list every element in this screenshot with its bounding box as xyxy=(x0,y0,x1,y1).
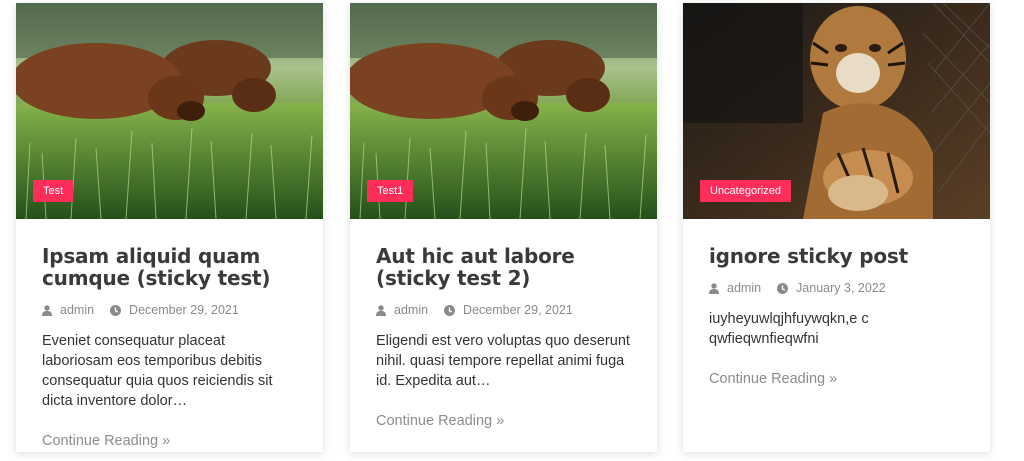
post-author: admin xyxy=(376,303,428,317)
continue-reading-link[interactable]: Continue Reading » xyxy=(42,433,170,449)
post-card: Test1 Aut hic aut labore (sticky test 2)… xyxy=(350,3,657,452)
post-content: Ipsam aliquid quam cumque (sticky test) … xyxy=(16,245,323,450)
post-content: Aut hic aut labore (sticky test 2) admin… xyxy=(350,245,657,430)
date-text[interactable]: December 29, 2021 xyxy=(463,303,573,317)
post-excerpt: Eligendi est vero voluptas quo deserunt … xyxy=(376,333,630,389)
post-date: December 29, 2021 xyxy=(444,303,573,317)
author-name[interactable]: admin xyxy=(394,303,428,317)
user-icon xyxy=(709,282,719,294)
user-icon xyxy=(376,304,386,316)
post-meta: admin December 29, 2021 xyxy=(376,303,631,317)
continue-reading-link[interactable]: Continue Reading » xyxy=(709,371,837,387)
category-badge[interactable]: Uncategorized xyxy=(700,180,791,202)
post-excerpt: Eveniet consequatur placeat laboriosam e… xyxy=(42,333,273,409)
post-card: Uncategorized ignore sticky post admin J… xyxy=(683,3,990,452)
continue-reading-link[interactable]: Continue Reading » xyxy=(376,413,504,429)
post-title[interactable]: ignore sticky post xyxy=(709,245,964,267)
author-name[interactable]: admin xyxy=(727,281,761,295)
post-meta: admin December 29, 2021 xyxy=(42,303,297,317)
post-title[interactable]: Ipsam aliquid quam cumque (sticky test) xyxy=(42,245,297,289)
user-icon xyxy=(42,304,52,316)
post-thumbnail[interactable]: Test1 xyxy=(350,3,657,219)
clock-icon xyxy=(444,304,456,316)
clock-icon xyxy=(110,304,122,316)
post-meta: admin January 3, 2022 xyxy=(709,281,964,295)
post-date: January 3, 2022 xyxy=(777,281,886,295)
category-badge[interactable]: Test xyxy=(33,180,74,202)
date-text[interactable]: December 29, 2021 xyxy=(129,303,239,317)
post-excerpt: iuyheyuwlqjhfuywqkn,e c qwfieqwnfieqwfni xyxy=(709,311,869,347)
post-thumbnail[interactable]: Uncategorized xyxy=(683,3,990,219)
post-author: admin xyxy=(42,303,94,317)
post-author: admin xyxy=(709,281,761,295)
post-content: ignore sticky post admin January 3, 2022… xyxy=(683,245,990,388)
date-text[interactable]: January 3, 2022 xyxy=(796,281,886,295)
posts-grid: Test Ipsam aliquid quam cumque (sticky t… xyxy=(0,0,1024,461)
category-badge[interactable]: Test1 xyxy=(367,180,414,202)
post-card: Test Ipsam aliquid quam cumque (sticky t… xyxy=(16,3,323,452)
clock-icon xyxy=(777,282,789,294)
post-date: December 29, 2021 xyxy=(110,303,239,317)
post-title[interactable]: Aut hic aut labore (sticky test 2) xyxy=(376,245,631,289)
post-thumbnail[interactable]: Test xyxy=(16,3,323,219)
author-name[interactable]: admin xyxy=(60,303,94,317)
